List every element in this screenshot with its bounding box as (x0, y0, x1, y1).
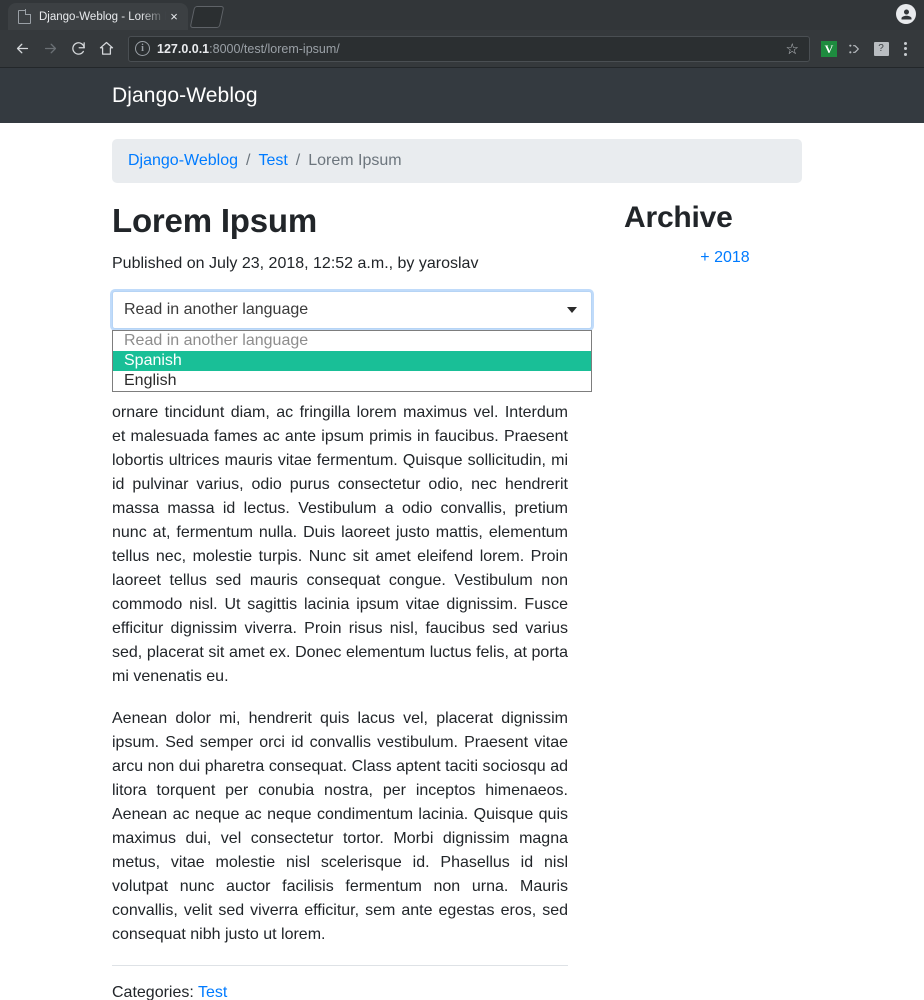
two-column-layout: Lorem Ipsum Published on July 23, 2018, … (0, 201, 924, 1000)
main-column: Lorem Ipsum Published on July 23, 2018, … (112, 201, 592, 1000)
chevron-down-icon (567, 307, 577, 313)
post-body: ornare tincidunt diam, ac fringilla lore… (112, 343, 568, 947)
breadcrumb-separator: / (296, 152, 300, 170)
breadcrumb-item-home[interactable]: Django-Weblog (128, 152, 238, 170)
breadcrumb-separator: / (246, 152, 250, 170)
language-option-english[interactable]: English (113, 371, 591, 391)
archive-title: Archive (624, 201, 812, 235)
breadcrumb-item-current: Lorem Ipsum (308, 152, 401, 170)
browser-toolbar: i 127.0.0.1:8000/test/lorem-ipsum/ ☆ V ? (0, 30, 924, 68)
page-viewport: Django-Weblog Django-Weblog / Test / Lor… (0, 68, 924, 1000)
breadcrumb: Django-Weblog / Test / Lorem Ipsum (112, 139, 802, 183)
content-wrapper: Django-Weblog / Test / Lorem Ipsum Lorem… (0, 139, 924, 1000)
breadcrumb-item-category[interactable]: Test (258, 152, 287, 170)
category-link-test[interactable]: Test (198, 984, 227, 1000)
bookmark-star-icon[interactable]: ☆ (782, 40, 803, 58)
sidebar: Archive + 2018 (592, 201, 812, 1000)
post-meta: Published on July 23, 2018, 12:52 a.m., … (112, 255, 568, 273)
unknown-extension-icon[interactable]: ? (868, 42, 894, 56)
page-info-icon[interactable]: i (135, 41, 150, 56)
unknown-extension-label: ? (874, 42, 889, 56)
navbar-brand[interactable]: Django-Weblog (112, 84, 258, 108)
divider (112, 965, 568, 966)
new-tab-button[interactable] (190, 6, 225, 28)
post-categories: Categories: Test (112, 984, 568, 1000)
page-title: Lorem Ipsum (112, 201, 568, 241)
close-icon[interactable]: × (166, 9, 182, 25)
home-icon[interactable] (92, 35, 120, 63)
tab-strip: Django-Weblog - Lorem I × (0, 0, 924, 30)
three-dots-vertical-icon[interactable] (894, 42, 916, 56)
post-paragraph: ornare tincidunt diam, ac fringilla lore… (112, 401, 568, 689)
language-select-options[interactable]: Read in another language Spanish English (112, 330, 592, 392)
language-select-value: Read in another language (124, 301, 567, 319)
language-option-placeholder[interactable]: Read in another language (113, 331, 591, 351)
address-bar[interactable]: i 127.0.0.1:8000/test/lorem-ipsum/ ☆ (128, 36, 810, 62)
back-arrow-icon[interactable] (8, 35, 36, 63)
url-path: :8000/test/lorem-ipsum/ (209, 42, 340, 56)
language-option-spanish[interactable]: Spanish (113, 351, 591, 371)
devtools-icon[interactable] (842, 41, 868, 57)
url-text: 127.0.0.1:8000/test/lorem-ipsum/ (157, 42, 340, 56)
post-paragraph: Aenean dolor mi, hendrerit quis lacus ve… (112, 707, 568, 947)
document-icon (18, 10, 31, 24)
account-circle-icon[interactable] (896, 4, 916, 24)
forward-arrow-icon[interactable] (36, 35, 64, 63)
vim-extension-icon[interactable]: V (816, 41, 842, 57)
tab-title: Django-Weblog - Lorem I (39, 11, 166, 23)
archive-year-item: + 2018 (624, 249, 812, 267)
language-select[interactable]: Read in another language Read in another… (112, 291, 592, 329)
reload-icon[interactable] (64, 35, 92, 63)
language-select-button[interactable]: Read in another language (112, 291, 592, 329)
browser-chrome: Django-Weblog - Lorem I × i 127.0.0.1:80… (0, 0, 924, 68)
url-host: 127.0.0.1 (157, 42, 209, 56)
site-navbar: Django-Weblog (0, 68, 924, 123)
categories-label: Categories: (112, 984, 194, 1000)
archive-year-2018-link[interactable]: + 2018 (700, 249, 749, 266)
vim-extension-label: V (821, 41, 837, 57)
browser-tab[interactable]: Django-Weblog - Lorem I × (8, 3, 188, 30)
